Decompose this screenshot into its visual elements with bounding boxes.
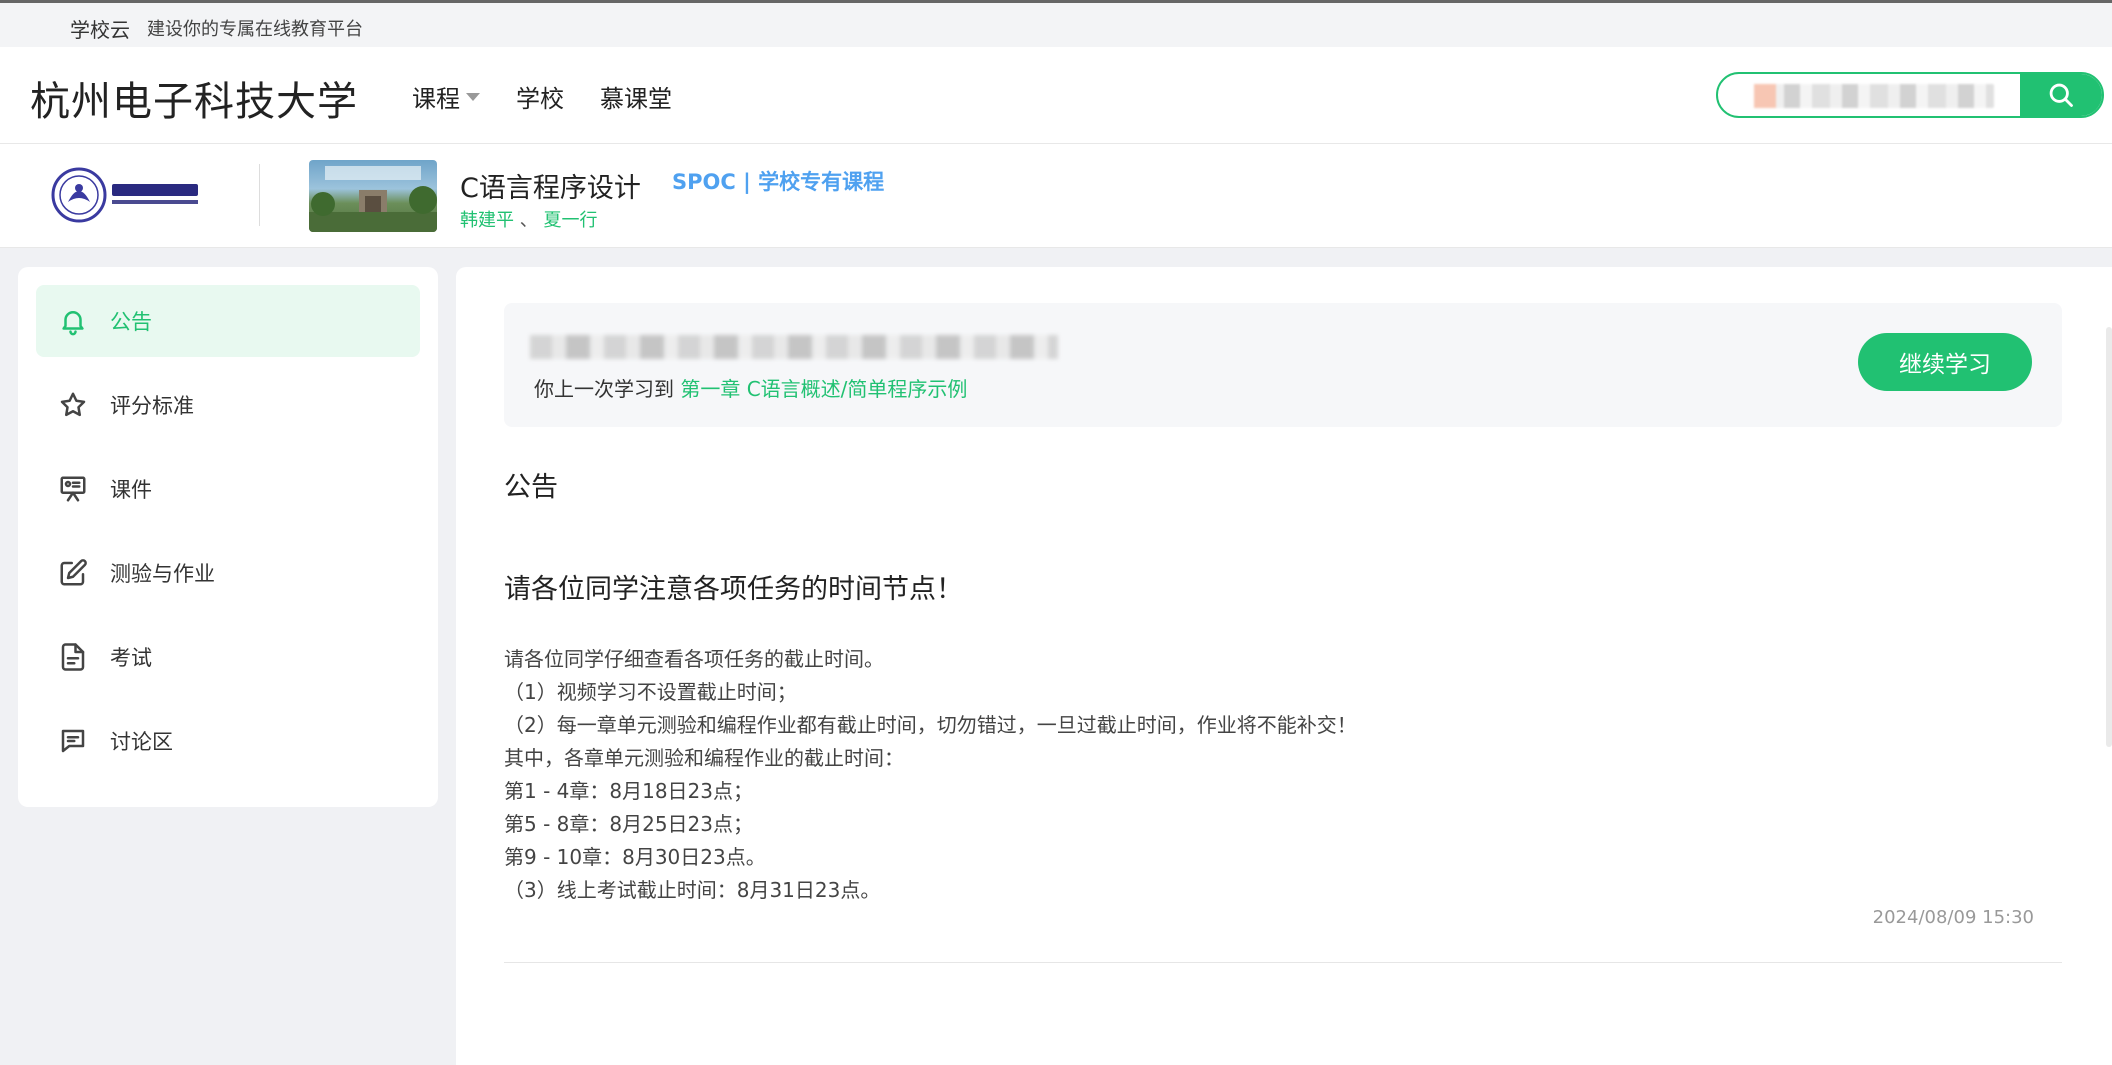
university-logo[interactable] xyxy=(50,166,204,224)
star-icon xyxy=(56,388,90,422)
nav-mooc-class[interactable]: 慕课堂 xyxy=(600,79,672,114)
search-icon xyxy=(2049,83,2073,107)
sidebar-item-discussion[interactable]: 讨论区 xyxy=(36,705,420,777)
search-box xyxy=(1716,72,2104,118)
nav-mooc-class-label: 慕课堂 xyxy=(600,85,672,113)
main-nav: 课程 学校 慕课堂 xyxy=(412,79,708,114)
last-study-link[interactable]: 第一章 C语言概述/简单程序示例 xyxy=(680,377,967,401)
sidebar-item-exam[interactable]: 考试 xyxy=(36,621,420,693)
announcement-line: （1）视频学习不设置截止时间； xyxy=(504,680,797,704)
course-teachers: 韩建平 、 夏一行 xyxy=(460,206,597,232)
announcement-line: 其中，各章单元测验和编程作业的截止时间： xyxy=(504,746,904,770)
sidebar-item-label: 公告 xyxy=(110,310,152,334)
search-button[interactable] xyxy=(2020,74,2102,116)
resume-study-card: 你上一次学习到 第一章 C语言概述/简单程序示例 继续学习 xyxy=(504,303,2062,427)
teacher-separator: 、 xyxy=(519,210,538,231)
announcement-line: 第1 - 4章：8月18日23点； xyxy=(504,779,754,803)
spoc-badge: SPOC | 学校专有课程 xyxy=(672,170,885,194)
continue-learning-button[interactable]: 继续学习 xyxy=(1858,333,2032,391)
announcement-line: （3）线上考试截止时间：8月31日23点。 xyxy=(504,878,881,902)
search-blurred-text xyxy=(1754,84,1994,108)
nav-courses-label: 课程 xyxy=(412,85,460,113)
course-sidebar: 公告 评分标准 课件 测验与作业 考试 讨论区 xyxy=(18,267,438,807)
blurred-course-info xyxy=(530,335,1058,359)
top-info-bar: 学校云 建设你的专属在线教育平台 xyxy=(0,0,2112,47)
platform-slogan: 建设你的专属在线教育平台 xyxy=(147,19,363,40)
last-study-info: 你上一次学习到 第一章 C语言概述/简单程序示例 xyxy=(534,373,967,402)
last-study-prefix: 你上一次学习到 xyxy=(534,377,674,401)
sidebar-item-announcements[interactable]: 公告 xyxy=(36,285,420,357)
chat-icon xyxy=(56,724,90,758)
school-name[interactable]: 杭州电子科技大学 xyxy=(30,69,358,127)
site-header: 杭州电子科技大学 课程 学校 慕课堂 xyxy=(0,47,2112,144)
nav-school-label: 学校 xyxy=(516,85,564,113)
document-icon xyxy=(56,640,90,674)
announcement-divider xyxy=(504,962,2062,963)
announcement-line: 第5 - 8章：8月25日23点； xyxy=(504,812,754,836)
sidebar-item-label: 讨论区 xyxy=(110,730,173,754)
announcement-line: （2）每一章单元测验和编程作业都有截止时间，切勿错过，一旦过截止时间，作业将不能… xyxy=(504,713,1357,737)
sidebar-item-label: 评分标准 xyxy=(110,394,194,418)
course-bar-divider xyxy=(259,164,260,226)
sidebar-item-label: 考试 xyxy=(110,646,152,670)
course-title: C语言程序设计 xyxy=(460,173,641,204)
sidebar-item-label: 课件 xyxy=(110,478,152,502)
platform-brand[interactable]: 学校云 xyxy=(70,14,130,43)
scrollbar[interactable] xyxy=(2106,327,2112,747)
course-thumbnail[interactable] xyxy=(309,160,437,232)
bell-icon xyxy=(56,304,90,338)
sidebar-item-quizzes[interactable]: 测验与作业 xyxy=(36,537,420,609)
nav-school[interactable]: 学校 xyxy=(516,79,564,114)
section-title: 公告 xyxy=(504,472,558,503)
sidebar-item-label: 测验与作业 xyxy=(110,562,215,586)
announcement-body: 请各位同学仔细查看各项任务的截止时间。 （1）视频学习不设置截止时间； （2）每… xyxy=(504,643,2004,907)
announcement-title: 请各位同学注意各项任务的时间节点！ xyxy=(504,574,963,605)
caret-down-icon xyxy=(466,92,480,101)
teacher-link[interactable]: 夏一行 xyxy=(543,210,597,231)
announcement-date: 2024/08/09 15:30 xyxy=(1872,907,2034,928)
announcement-line: 请各位同学仔细查看各项任务的截止时间。 xyxy=(504,647,884,671)
course-info-bar: C语言程序设计 韩建平 、 夏一行 SPOC | 学校专有课程 xyxy=(0,144,2112,248)
announcement-line: 第9 - 10章：8月30日23点。 xyxy=(504,845,766,869)
sidebar-item-courseware[interactable]: 课件 xyxy=(36,453,420,525)
main-content: 你上一次学习到 第一章 C语言概述/简单程序示例 继续学习 公告 请各位同学注意… xyxy=(456,267,2112,1065)
teacher-link[interactable]: 韩建平 xyxy=(460,210,514,231)
sidebar-item-grading[interactable]: 评分标准 xyxy=(36,369,420,441)
presentation-icon xyxy=(56,472,90,506)
nav-courses[interactable]: 课程 xyxy=(412,79,480,114)
edit-icon xyxy=(56,556,90,590)
